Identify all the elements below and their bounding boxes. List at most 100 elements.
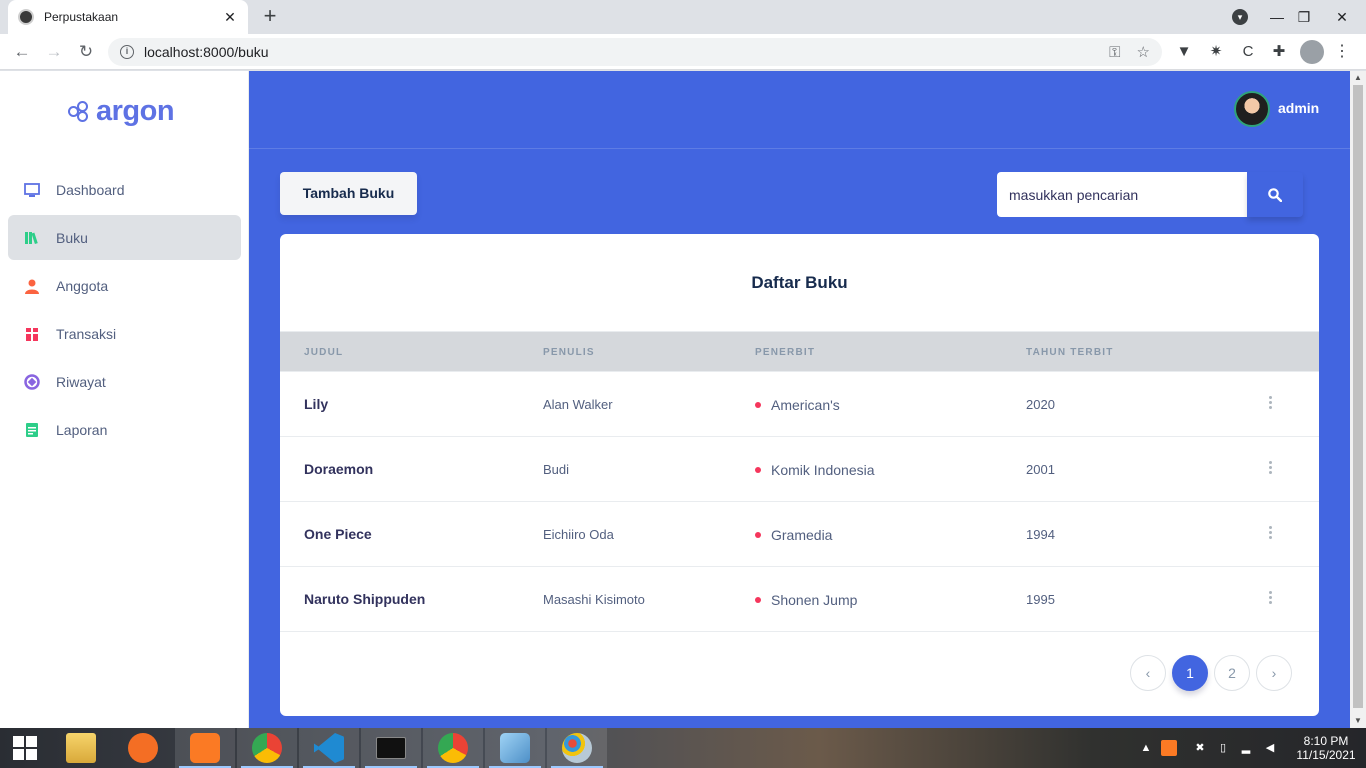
profile-avatar-icon[interactable] xyxy=(1300,40,1324,64)
sidebar-item-transaksi[interactable]: Transaksi xyxy=(8,311,241,356)
scroll-up-icon[interactable]: ▲ xyxy=(1350,71,1366,85)
chrome-icon xyxy=(252,733,282,763)
table-row: Doraemon Budi Komik Indonesia 2001 xyxy=(280,437,1319,502)
sublime-text-app[interactable] xyxy=(113,728,173,768)
column-header-tahun-terbit[interactable]: Tahun Terbit xyxy=(1026,332,1114,373)
chrome-app[interactable] xyxy=(237,728,297,768)
status-dot-icon xyxy=(755,466,761,473)
sidebar-item-label: Dashboard xyxy=(56,181,125,198)
vscode-app[interactable] xyxy=(299,728,359,768)
monitor-icon xyxy=(24,182,40,197)
row-actions-icon[interactable] xyxy=(1264,459,1276,479)
row-actions-icon[interactable] xyxy=(1264,394,1276,414)
pagination-prev-button[interactable]: ‹ xyxy=(1130,655,1166,691)
page-scrollbar[interactable]: ▲ ▼ xyxy=(1350,71,1366,728)
back-icon[interactable]: ← xyxy=(10,40,34,64)
extension-tool-icon[interactable]: ✷ xyxy=(1206,43,1226,61)
sidebar-item-dashboard[interactable]: Dashboard xyxy=(8,167,241,212)
status-dot-icon xyxy=(755,531,761,538)
sidebar-item-label: Riwayat xyxy=(56,373,106,390)
xampp-tray-icon[interactable] xyxy=(1161,740,1177,756)
terminal-app[interactable] xyxy=(361,728,421,768)
start-button[interactable] xyxy=(0,728,50,768)
sidebar-item-label: Anggota xyxy=(56,277,109,294)
sidebar-item-riwayat[interactable]: Riwayat xyxy=(8,359,241,404)
key-icon[interactable]: ⚿ xyxy=(1109,44,1120,61)
extensions-puzzle-icon[interactable]: ✚ xyxy=(1269,43,1289,61)
notepad-app[interactable] xyxy=(485,728,545,768)
add-book-button[interactable]: Tambah Buku xyxy=(280,172,417,215)
column-header-judul[interactable]: Judul xyxy=(304,332,343,373)
brand-name: argon xyxy=(96,95,175,127)
publisher-label: American's xyxy=(771,396,840,413)
scrollbar-thumb[interactable] xyxy=(1353,85,1363,708)
history-icon xyxy=(24,373,40,390)
sidebar-item-label: Buku xyxy=(56,229,88,246)
table-row: One Piece Eichiiro Oda Gramedia 1994 xyxy=(280,502,1319,567)
extension-c-icon[interactable]: C xyxy=(1238,43,1258,61)
column-header-penulis[interactable]: Penulis xyxy=(543,332,595,373)
user-icon xyxy=(25,279,39,294)
row-actions-icon[interactable] xyxy=(1264,524,1276,544)
clock-date: 11/15/2021 xyxy=(1296,748,1356,762)
pagination-next-button[interactable]: › xyxy=(1256,655,1292,691)
forward-icon[interactable]: → xyxy=(42,40,66,64)
avatar[interactable] xyxy=(1234,91,1270,127)
clock-time: 8:10 PM xyxy=(1303,734,1349,748)
window-close-button[interactable]: ✕ xyxy=(1324,0,1360,34)
vscode-icon xyxy=(314,733,344,763)
sidebar: argon Dashboard Buku Anggota Transaksi R… xyxy=(0,71,249,728)
browser-menu-icon[interactable]: ⋮ xyxy=(1330,40,1354,64)
book-year: 1994 xyxy=(1026,527,1055,542)
sidebar-nav: Dashboard Buku Anggota Transaksi Riwayat… xyxy=(8,167,241,455)
sidebar-item-anggota[interactable]: Anggota xyxy=(8,263,241,308)
status-dot-icon xyxy=(755,596,761,603)
books-icon xyxy=(25,231,38,244)
wifi-signal-icon[interactable]: ▂ xyxy=(1238,740,1254,756)
search-input[interactable] xyxy=(997,172,1247,217)
browser-tab[interactable]: Perpustakaan ✕ xyxy=(8,0,248,34)
site-info-icon[interactable]: i xyxy=(120,45,134,59)
xampp-app[interactable] xyxy=(175,728,235,768)
paint-icon xyxy=(562,733,592,763)
brand-logo[interactable]: argon xyxy=(68,95,175,128)
publisher-label: Shonen Jump xyxy=(771,591,858,608)
file-explorer-app[interactable] xyxy=(51,728,111,768)
taskbar: ▲ ✖ ▯ ▂ ◀ 8:10 PM 11/15/2021 xyxy=(0,728,1366,768)
tab-close-icon[interactable]: ✕ xyxy=(222,9,238,26)
scroll-down-icon[interactable]: ▼ xyxy=(1350,714,1366,728)
tab-title: Perpustakaan xyxy=(44,10,119,24)
book-publisher: Komik Indonesia xyxy=(755,437,875,502)
pagination-page-1[interactable]: 1 xyxy=(1172,655,1208,691)
bookmark-star-icon[interactable]: ☆ xyxy=(1137,43,1150,61)
network-error-icon[interactable]: ✖ xyxy=(1192,740,1208,756)
url-text[interactable]: localhost:8000/buku xyxy=(144,44,1093,60)
chrome-profile-app[interactable] xyxy=(423,728,483,768)
address-bar[interactable]: i localhost:8000/buku ⚿ ☆ xyxy=(108,38,1162,66)
minimize-button[interactable]: — xyxy=(1262,0,1292,34)
publisher-label: Gramedia xyxy=(771,526,833,543)
battery-icon[interactable]: ▯ xyxy=(1215,740,1231,756)
system-clock[interactable]: 8:10 PM 11/15/2021 xyxy=(1292,734,1360,762)
transaction-icon xyxy=(25,327,39,341)
username[interactable]: admin xyxy=(1278,100,1319,116)
reload-icon[interactable]: ↻ xyxy=(74,40,98,64)
windows-logo-icon xyxy=(13,736,37,760)
tab-search-icon[interactable]: ▾ xyxy=(1232,9,1248,25)
sidebar-item-laporan[interactable]: Laporan xyxy=(8,407,241,452)
table-row: Naruto Shippuden Masashi Kisimoto Shonen… xyxy=(280,567,1319,632)
sidebar-item-buku[interactable]: Buku xyxy=(8,215,241,260)
tray-overflow-icon[interactable]: ▲ xyxy=(1138,740,1154,756)
top-navbar: admin xyxy=(249,71,1350,149)
column-header-penerbit[interactable]: Penerbit xyxy=(755,332,815,373)
row-actions-icon[interactable] xyxy=(1264,589,1276,609)
paint-app[interactable] xyxy=(547,728,607,768)
search-button[interactable] xyxy=(1247,172,1303,217)
new-tab-button[interactable]: + xyxy=(258,5,282,29)
extension-v-icon[interactable]: ▼ xyxy=(1174,43,1194,61)
restore-button[interactable]: ❐ xyxy=(1292,0,1316,34)
status-dot-icon xyxy=(755,401,761,408)
book-author: Eichiiro Oda xyxy=(543,527,614,542)
pagination-page-2[interactable]: 2 xyxy=(1214,655,1250,691)
volume-icon[interactable]: ◀ xyxy=(1262,740,1278,756)
